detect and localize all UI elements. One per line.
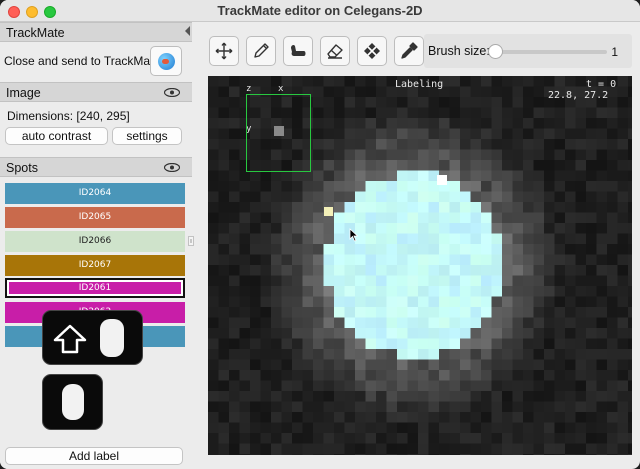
mouse-icon <box>100 319 124 357</box>
spot-item-selected[interactable]: ID2061 <box>5 278 185 298</box>
pencil-tool-button[interactable] <box>246 36 276 66</box>
brush-size-slider-knob[interactable] <box>488 44 503 59</box>
spot-item[interactable]: ID2066 <box>5 231 185 252</box>
brush-size-value: 1 <box>611 45 618 59</box>
collapse-arrow-icon[interactable] <box>185 26 190 36</box>
shift-arrow-icon <box>53 324 87 354</box>
spot-item[interactable]: ID2065 <box>5 207 185 228</box>
time-readout: t = 0 <box>586 79 617 90</box>
settings-button[interactable]: settings <box>112 127 182 145</box>
image-section-label: Image <box>6 86 41 100</box>
trackmate-logo-icon <box>158 53 175 70</box>
flood-fill-tool-button[interactable] <box>283 36 313 66</box>
shift-key-overlay <box>42 310 143 365</box>
image-canvas[interactable]: Labeling t = 0 22.8, 27.2 z x y <box>208 76 632 455</box>
close-send-label: Close and send to TrackMate <box>4 54 161 68</box>
auto-contrast-button[interactable]: auto contrast <box>5 127 108 145</box>
splitter-handle-icon[interactable] <box>188 236 194 246</box>
minimap-x-label: x <box>278 84 284 94</box>
eye-icon[interactable] <box>164 88 180 97</box>
window-title: TrackMate editor on Celegans-2D <box>217 3 423 18</box>
spot-item-selected-label: ID2061 <box>9 282 181 294</box>
send-to-trackmate-button[interactable] <box>150 46 182 76</box>
mouse-cursor-icon <box>349 228 359 242</box>
color-picker-tool-button[interactable] <box>394 36 424 66</box>
image-section-header[interactable]: Image <box>0 82 192 102</box>
brush-size-control: Brush size: 1 <box>424 34 632 68</box>
remove-label-tool-button[interactable] <box>357 36 387 66</box>
trackmate-section-header[interactable]: TrackMate <box>0 22 192 42</box>
trackmate-section-label: TrackMate <box>6 26 65 40</box>
eye-icon[interactable] <box>164 163 180 172</box>
image-dimensions: Dimensions: [240, 295] <box>7 109 130 123</box>
eraser-tool-button[interactable] <box>320 36 350 66</box>
add-label-button[interactable]: Add label <box>5 447 183 465</box>
flood-fill-icon <box>291 44 306 56</box>
minimap-z-label: z <box>246 84 252 94</box>
sidebar: TrackMate Close and send to TrackMate Im… <box>0 22 192 469</box>
app-window: TrackMate editor on Celegans-2D TrackMat… <box>0 0 640 469</box>
spot-item[interactable]: ID2064 <box>5 183 185 204</box>
brush-size-label: Brush size: <box>428 44 490 58</box>
brush-size-slider-track[interactable] <box>495 50 607 54</box>
spot-item[interactable]: ID2067 <box>5 255 185 276</box>
toolbar: Brush size: 1 <box>196 22 640 74</box>
pencil-icon <box>254 43 269 58</box>
move-tool-button[interactable] <box>209 36 239 66</box>
coordinate-readout: 22.8, 27.2 <box>548 90 609 101</box>
overlay-label: Labeling <box>395 79 444 90</box>
mouse-icon <box>62 384 84 420</box>
minimap-spot-marker <box>274 126 284 136</box>
spots-section-header[interactable]: Spots <box>0 157 192 177</box>
mouse-click-overlay <box>42 374 103 430</box>
eraser-icon <box>327 44 343 59</box>
picker-icon <box>401 42 418 59</box>
title-bar: TrackMate editor on Celegans-2D <box>0 0 640 22</box>
spots-section-label: Spots <box>6 161 38 175</box>
remove-label-icon <box>364 43 380 59</box>
move-icon <box>215 42 233 60</box>
